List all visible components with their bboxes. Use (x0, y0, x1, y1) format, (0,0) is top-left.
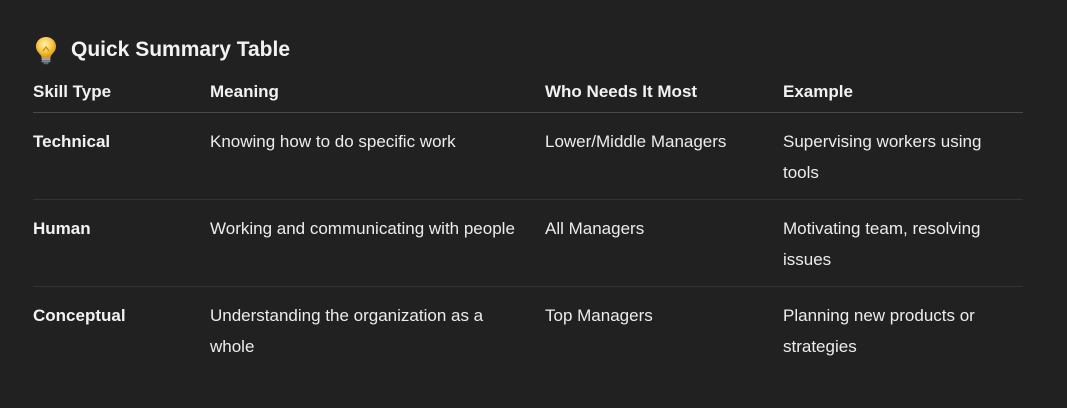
column-header-example: Example (783, 76, 1023, 113)
cell-example: Supervising workers using tools (783, 112, 1023, 200)
cell-meaning: Understanding the organization as a whol… (210, 306, 484, 356)
cell-who-needs-it: Top Managers (545, 306, 653, 325)
section-title: Quick Summary Table (71, 38, 291, 61)
column-header-skill-type: Skill Type (33, 76, 210, 113)
summary-table: Skill Type Meaning Who Needs It Most Exa… (33, 76, 1023, 373)
column-header-meaning: Meaning (210, 76, 545, 113)
lightbulb-icon (33, 35, 59, 65)
cell-skill-type: Technical (33, 112, 210, 200)
cell-who-needs-it: All Managers (545, 199, 783, 287)
cell-example: Planning new products or strategies (783, 306, 975, 356)
section-heading: Quick Summary Table (33, 34, 290, 66)
cell-skill-type: Human (33, 199, 210, 287)
cell-meaning: Working and communicating with people (210, 199, 545, 287)
table-row: Conceptual Understanding the organizatio… (33, 287, 1023, 374)
table-row: Human Working and communicating with peo… (33, 199, 1023, 287)
column-header-who-needs-it: Who Needs It Most (545, 76, 783, 113)
cell-example: Motivating team, resolving issues (783, 199, 1023, 287)
cell-skill-type: Conceptual (33, 306, 126, 325)
cell-who-needs-it: Lower/Middle Managers (545, 112, 783, 200)
table-row: Technical Knowing how to do specific wor… (33, 112, 1023, 200)
cell-meaning: Knowing how to do specific work (210, 112, 545, 200)
table-header-row: Skill Type Meaning Who Needs It Most Exa… (33, 76, 1023, 113)
